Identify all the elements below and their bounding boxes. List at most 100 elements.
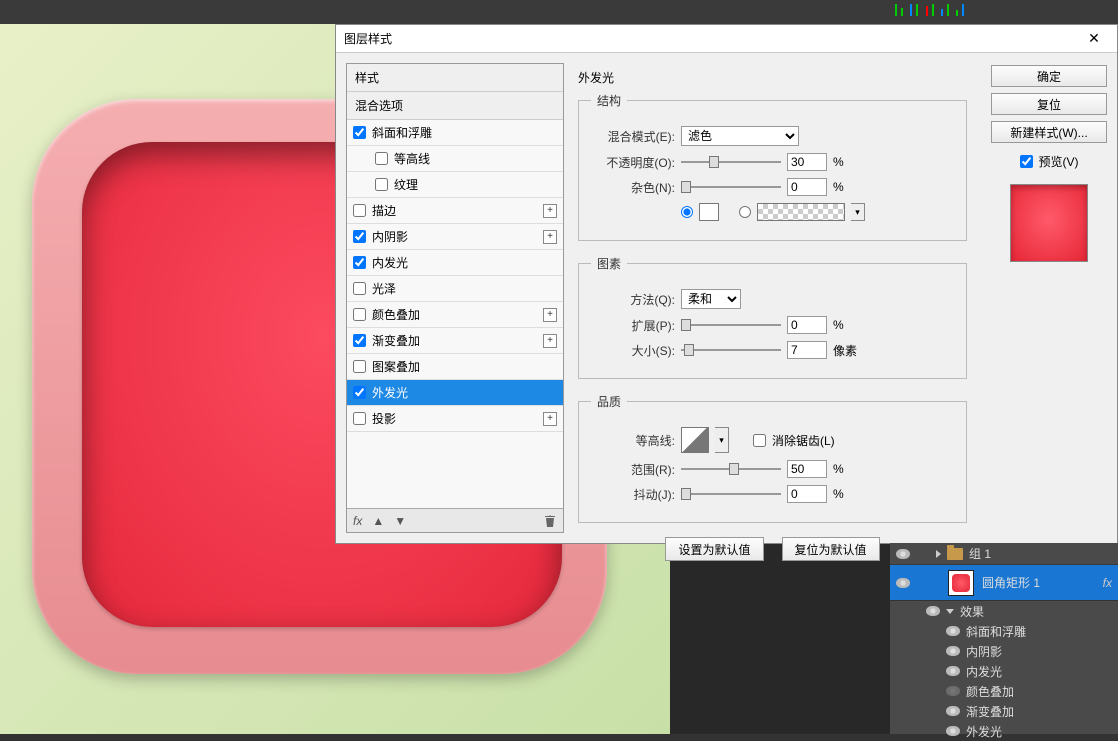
style-item[interactable]: 外发光 — [347, 380, 563, 406]
histogram-ticks — [893, 4, 1093, 18]
cancel-button[interactable]: 复位 — [991, 93, 1107, 115]
blend-options-header[interactable]: 混合选项 — [347, 92, 563, 120]
opacity-label: 不透明度(O): — [591, 154, 675, 171]
eye-icon[interactable] — [946, 666, 960, 676]
contour-dropdown-icon[interactable]: ▾ — [715, 427, 729, 453]
effect-label: 内阴影 — [966, 643, 1002, 660]
effect-row[interactable]: 斜面和浮雕 — [890, 621, 1118, 641]
quality-legend: 品质 — [591, 393, 627, 410]
style-checkbox[interactable] — [353, 282, 366, 295]
app-topbar — [0, 0, 1118, 24]
size-input[interactable] — [787, 341, 827, 359]
expand-icon[interactable] — [936, 550, 941, 558]
style-checkbox[interactable] — [375, 152, 388, 165]
eye-icon[interactable] — [946, 726, 960, 736]
style-checkbox[interactable] — [353, 386, 366, 399]
trash-icon[interactable] — [543, 514, 557, 528]
eye-icon[interactable] — [946, 646, 960, 656]
eye-icon[interactable] — [946, 626, 960, 636]
gradient-swatch[interactable] — [757, 203, 845, 221]
layer-thumb — [948, 570, 974, 596]
spread-slider[interactable] — [681, 318, 781, 332]
opacity-input[interactable] — [787, 153, 827, 171]
preview-checkbox[interactable] — [1020, 155, 1033, 168]
spread-input[interactable] — [787, 316, 827, 334]
contour-swatch[interactable] — [681, 427, 709, 453]
fx-icon[interactable]: fx — [353, 514, 362, 528]
style-checkbox[interactable] — [375, 178, 388, 191]
effects-header-row[interactable]: 效果 — [890, 601, 1118, 621]
effect-row[interactable]: 颜色叠加 — [890, 681, 1118, 701]
technique-select[interactable]: 柔和 — [681, 289, 741, 309]
style-label: 颜色叠加 — [372, 306, 543, 323]
style-item[interactable]: 纹理 — [347, 172, 563, 198]
plus-icon[interactable]: + — [543, 334, 557, 348]
settings-panel: 外发光 结构 混合模式(E): 滤色 不透明度(O): % 杂色(N): — [564, 53, 981, 543]
gradient-dropdown-icon[interactable]: ▾ — [851, 203, 865, 221]
new-style-button[interactable]: 新建样式(W)... — [991, 121, 1107, 143]
range-slider[interactable] — [681, 462, 781, 476]
arrow-down-icon[interactable]: ▼ — [394, 514, 406, 528]
antialias-checkbox[interactable] — [753, 434, 766, 447]
style-item[interactable]: 内阴影+ — [347, 224, 563, 250]
style-checkbox[interactable] — [353, 204, 366, 217]
plus-icon[interactable]: + — [543, 308, 557, 322]
style-checkbox[interactable] — [353, 126, 366, 139]
style-item[interactable]: 描边+ — [347, 198, 563, 224]
style-label: 渐变叠加 — [372, 332, 543, 349]
blend-mode-select[interactable]: 滤色 — [681, 126, 799, 146]
arrow-up-icon[interactable]: ▲ — [372, 514, 384, 528]
collapse-icon[interactable] — [946, 609, 954, 614]
eye-icon[interactable] — [896, 578, 910, 588]
size-slider[interactable] — [681, 343, 781, 357]
eye-icon[interactable] — [926, 606, 940, 616]
effect-label: 颜色叠加 — [966, 683, 1014, 700]
style-checkbox[interactable] — [353, 308, 366, 321]
style-checkbox[interactable] — [353, 412, 366, 425]
reset-default-button[interactable]: 复位为默认值 — [782, 537, 880, 561]
style-checkbox[interactable] — [353, 256, 366, 269]
style-item[interactable]: 渐变叠加+ — [347, 328, 563, 354]
make-default-button[interactable]: 设置为默认值 — [665, 537, 763, 561]
jitter-input[interactable] — [787, 485, 827, 503]
range-input[interactable] — [787, 460, 827, 478]
style-item[interactable]: 斜面和浮雕 — [347, 120, 563, 146]
eye-icon[interactable] — [896, 549, 910, 559]
close-icon[interactable]: ✕ — [1079, 30, 1109, 47]
style-label: 斜面和浮雕 — [372, 124, 557, 141]
fx-badge[interactable]: fx — [1103, 576, 1112, 590]
color-solid-radio[interactable] — [681, 206, 693, 218]
noise-slider[interactable] — [681, 180, 781, 194]
plus-icon[interactable]: + — [543, 412, 557, 426]
effect-row[interactable]: 内阴影 — [890, 641, 1118, 661]
dialog-titlebar[interactable]: 图层样式 ✕ — [336, 25, 1117, 53]
noise-input[interactable] — [787, 178, 827, 196]
style-checkbox[interactable] — [353, 230, 366, 243]
style-checkbox[interactable] — [353, 334, 366, 347]
eye-icon[interactable] — [946, 686, 960, 696]
effect-row[interactable]: 内发光 — [890, 661, 1118, 681]
color-gradient-radio[interactable] — [739, 206, 751, 218]
style-checkbox[interactable] — [353, 360, 366, 373]
color-swatch[interactable] — [699, 203, 719, 221]
styles-header[interactable]: 样式 — [347, 64, 563, 92]
eye-icon[interactable] — [946, 706, 960, 716]
style-label: 外发光 — [372, 384, 557, 401]
style-label: 内发光 — [372, 254, 557, 271]
layer-group-row[interactable]: 组 1 — [890, 543, 1118, 565]
style-item[interactable]: 内发光 — [347, 250, 563, 276]
jitter-slider[interactable] — [681, 487, 781, 501]
ok-button[interactable]: 确定 — [991, 65, 1107, 87]
style-item[interactable]: 光泽 — [347, 276, 563, 302]
layer-shape-row[interactable]: 圆角矩形 1 fx — [890, 565, 1118, 601]
style-item[interactable]: 图案叠加 — [347, 354, 563, 380]
plus-icon[interactable]: + — [543, 204, 557, 218]
style-item[interactable]: 等高线 — [347, 146, 563, 172]
effects-label: 效果 — [960, 603, 984, 620]
style-item[interactable]: 投影+ — [347, 406, 563, 432]
effect-row[interactable]: 渐变叠加 — [890, 701, 1118, 721]
opacity-slider[interactable] — [681, 155, 781, 169]
style-item[interactable]: 颜色叠加+ — [347, 302, 563, 328]
plus-icon[interactable]: + — [543, 230, 557, 244]
effect-row[interactable]: 外发光 — [890, 721, 1118, 741]
